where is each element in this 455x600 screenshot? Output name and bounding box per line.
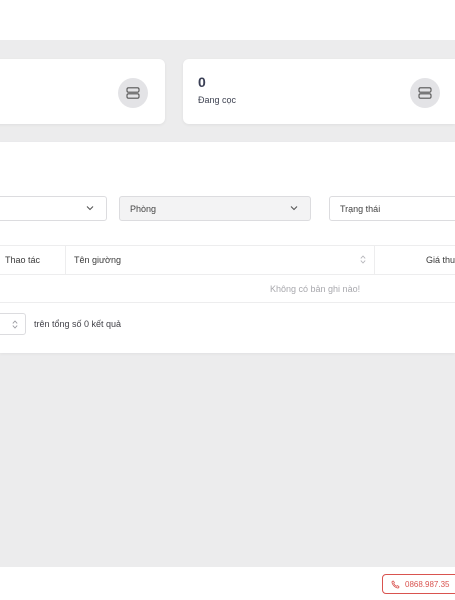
chevron-down-icon [290,206,298,211]
stat-value: 0 [198,74,206,90]
server-icon [118,78,148,108]
table-header: Thao tác Tên giường Giá thu [0,245,455,275]
room-select-placeholder: Phòng [130,203,157,214]
stat-card-deposit: 0 Đang cọc [183,59,455,124]
sort-icon[interactable] [360,255,366,264]
list-panel: Phòng Trạng thái Thao tác Tên giường Giá… [0,142,455,353]
empty-table-row: Không có bản ghi nào! [0,275,455,303]
stat-label: Đang cọc [198,95,237,105]
column-header-label: Giá thu [425,255,455,265]
column-header-bed-name[interactable]: Tên giường [66,246,375,274]
pagination-total-text: trên tổng số 0 kết quả [34,319,122,329]
chevron-down-icon [86,206,94,211]
filter-select-1[interactable] [0,196,107,221]
page-size-select[interactable] [0,313,26,335]
sort-arrows-icon [12,320,18,329]
phone-button[interactable]: 0868.987.35 [382,574,455,594]
phone-number: 0868.987.35 [405,579,450,589]
column-header-label: Thao tác [5,255,41,265]
status-select-placeholder: Trạng thái [340,203,381,214]
room-select[interactable]: Phòng [119,196,311,221]
empty-message: Không có bản ghi nào! [270,283,361,294]
status-select[interactable]: Trạng thái [329,196,455,221]
column-header-price[interactable]: Giá thu [375,246,455,274]
column-header-label: Tên giường [74,255,121,265]
server-icon [410,78,440,108]
top-bar [0,0,455,40]
footer-bar: 0868.987.35 [0,567,455,600]
column-header-actions: Thao tác [0,246,66,274]
phone-icon [391,579,400,589]
stat-card-1 [0,59,165,124]
